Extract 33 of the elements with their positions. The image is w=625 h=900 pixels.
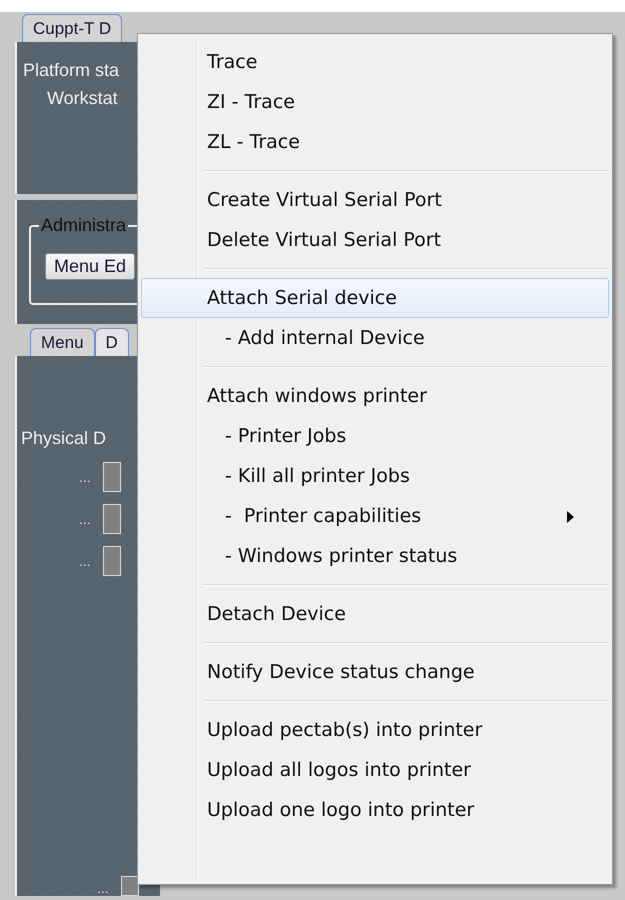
device-indicator [120,876,139,896]
menu-item[interactable]: - Add internal Device [141,318,609,358]
panel-tab[interactable]: D [94,328,129,356]
menu-item[interactable]: Upload one logo into printer [141,790,609,830]
ellipsis-label: ... [97,880,109,896]
status-label: Platform sta [22,59,120,82]
menu-item[interactable]: Notify Device status change [141,652,609,692]
ellipsis-label: ... [79,469,91,485]
ellipsis-label: ... [79,511,91,527]
menu-item[interactable]: ZL - Trace [141,122,609,162]
device-indicator [102,546,121,576]
menu-editor-button[interactable]: Menu Ed [45,253,136,280]
window-tab[interactable]: Cuppt-T D [22,14,122,42]
menu-item[interactable]: Attach Serial device [141,278,609,318]
device-indicator [102,504,121,534]
menu-item[interactable]: - Kill all printer Jobs [141,456,609,496]
physical-devices-label: Physical D [20,427,108,450]
menu-item[interactable]: - Printer Jobs [141,416,609,456]
menu-item[interactable]: Create Virtual Serial Port [141,180,609,220]
status-label: Workstat [46,87,119,110]
device-indicator [102,462,121,492]
ellipsis-label: ... [79,553,91,569]
menu-item[interactable]: Upload pectab(s) into printer [141,710,609,750]
menu-item[interactable]: Delete Virtual Serial Port [141,220,609,260]
menu-item[interactable]: Upload all logos into printer [141,750,609,790]
menu-item[interactable]: - Printer capabilities [141,496,609,536]
menu-item[interactable]: - Windows printer status [141,536,609,576]
submenu-arrow-icon [567,511,574,523]
menu-item[interactable]: Attach windows printer [141,376,609,416]
menu-item[interactable]: Trace [141,42,609,82]
menu-item[interactable]: Detach Device [141,594,609,634]
panel-tab[interactable]: Menu [30,328,95,356]
menu-item[interactable]: ZI - Trace [141,82,609,122]
